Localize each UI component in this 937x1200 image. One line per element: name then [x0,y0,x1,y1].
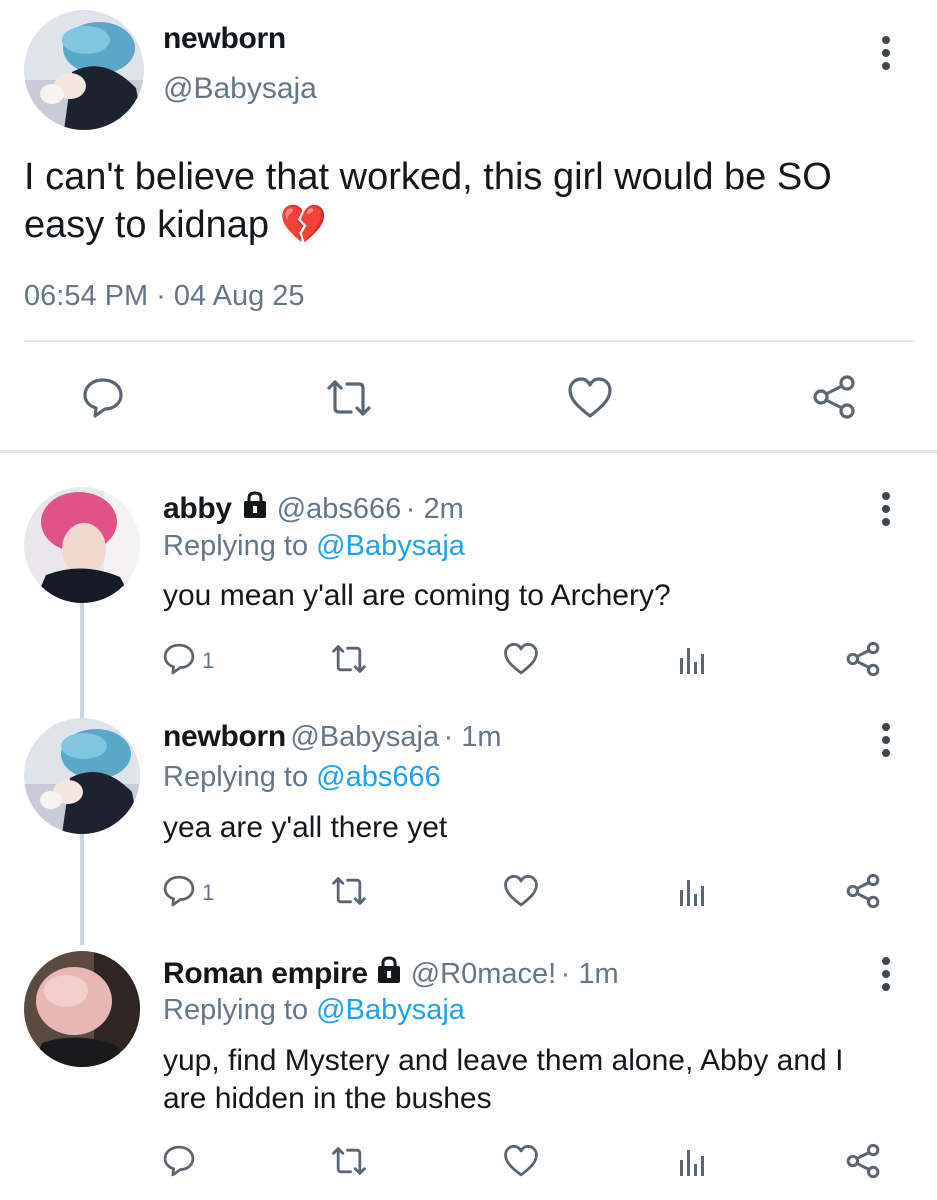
replying-to: Replying to @abs666 [163,761,441,794]
avatar[interactable] [24,718,140,834]
replying-to: Replying to @Babysaja [163,530,465,563]
like-icon[interactable] [567,376,613,420]
avatar[interactable] [24,487,140,603]
lock-icon [374,955,404,990]
retweet-icon[interactable] [330,874,368,908]
divider [0,450,937,453]
replying-to-handle[interactable]: @abs666 [316,761,441,793]
share-icon[interactable] [811,374,857,420]
author-name[interactable]: newborn [163,22,286,56]
author-handle[interactable]: @Babysaja [290,721,439,753]
tweet-timestamp: 06:54 PM · 04 Aug 25 [24,280,305,312]
share-icon[interactable] [845,641,881,677]
reply-text: yea are y'all there yet [163,811,448,844]
author-handle[interactable]: @R0mace! [411,958,556,990]
replying-to-label: Replying to [163,761,309,793]
reply-icon[interactable] [162,874,196,908]
replying-to-handle[interactable]: @Babysaja [316,994,465,1026]
share-icon[interactable] [845,873,881,909]
replying-to-handle[interactable]: @Babysaja [316,530,465,562]
reply-text: you mean y'all are coming to Archery? [163,579,671,612]
like-icon[interactable] [503,874,539,908]
more-options-icon[interactable] [880,36,892,70]
more-options-icon[interactable] [880,723,892,757]
more-options-icon[interactable] [880,492,892,526]
analytics-icon[interactable] [678,876,708,908]
reply-text-line: are hidden in the bushes [163,1082,492,1115]
retweet-icon[interactable] [325,376,373,420]
author-handle[interactable]: @Babysaja [163,72,317,106]
reply-time: · 1m [443,721,502,753]
lock-icon [240,490,270,525]
author-handle[interactable]: @abs666 [277,493,402,525]
reply-count: 1 [202,880,215,905]
replying-to: Replying to @Babysaja [163,994,465,1027]
author-name[interactable]: newborn [163,720,286,753]
reply-header: abby @abs666 · 2m [163,490,464,526]
share-icon[interactable] [845,1143,881,1179]
replying-to-label: Replying to [163,994,309,1026]
like-icon[interactable] [503,1144,539,1178]
analytics-icon[interactable] [678,1146,708,1178]
reply-icon[interactable] [81,376,125,420]
reply-text: yup, find Mystery and leave them alone, … [163,1042,903,1118]
broken-heart-emoji: 💔 [279,204,327,246]
reply-icon[interactable] [162,1144,196,1178]
like-icon[interactable] [503,642,539,676]
analytics-icon[interactable] [678,644,708,676]
divider [24,340,914,342]
avatar[interactable] [24,10,144,130]
retweet-icon[interactable] [330,1144,368,1178]
tweet-text-block: I can't believe that worked, this girl w… [24,153,904,249]
reply-icon[interactable] [162,642,196,676]
reply-time: · 1m [560,958,619,990]
author-name[interactable]: Roman empire [163,957,368,990]
more-options-icon[interactable] [880,957,892,991]
reply-count: 1 [202,648,215,673]
retweet-icon[interactable] [330,642,368,676]
reply-time: · 2m [405,493,464,525]
reply-header: newborn @Babysaja · 1m [163,720,502,754]
author-name[interactable]: abby [163,492,232,525]
avatar[interactable] [24,951,140,1067]
tweet-text: I can't believe that worked, this girl w… [24,156,832,246]
reply-header: Roman empire @R0mace! · 1m [163,955,619,991]
reply-text-line: yup, find Mystery and leave them alone, … [163,1044,844,1077]
replying-to-label: Replying to [163,530,309,562]
